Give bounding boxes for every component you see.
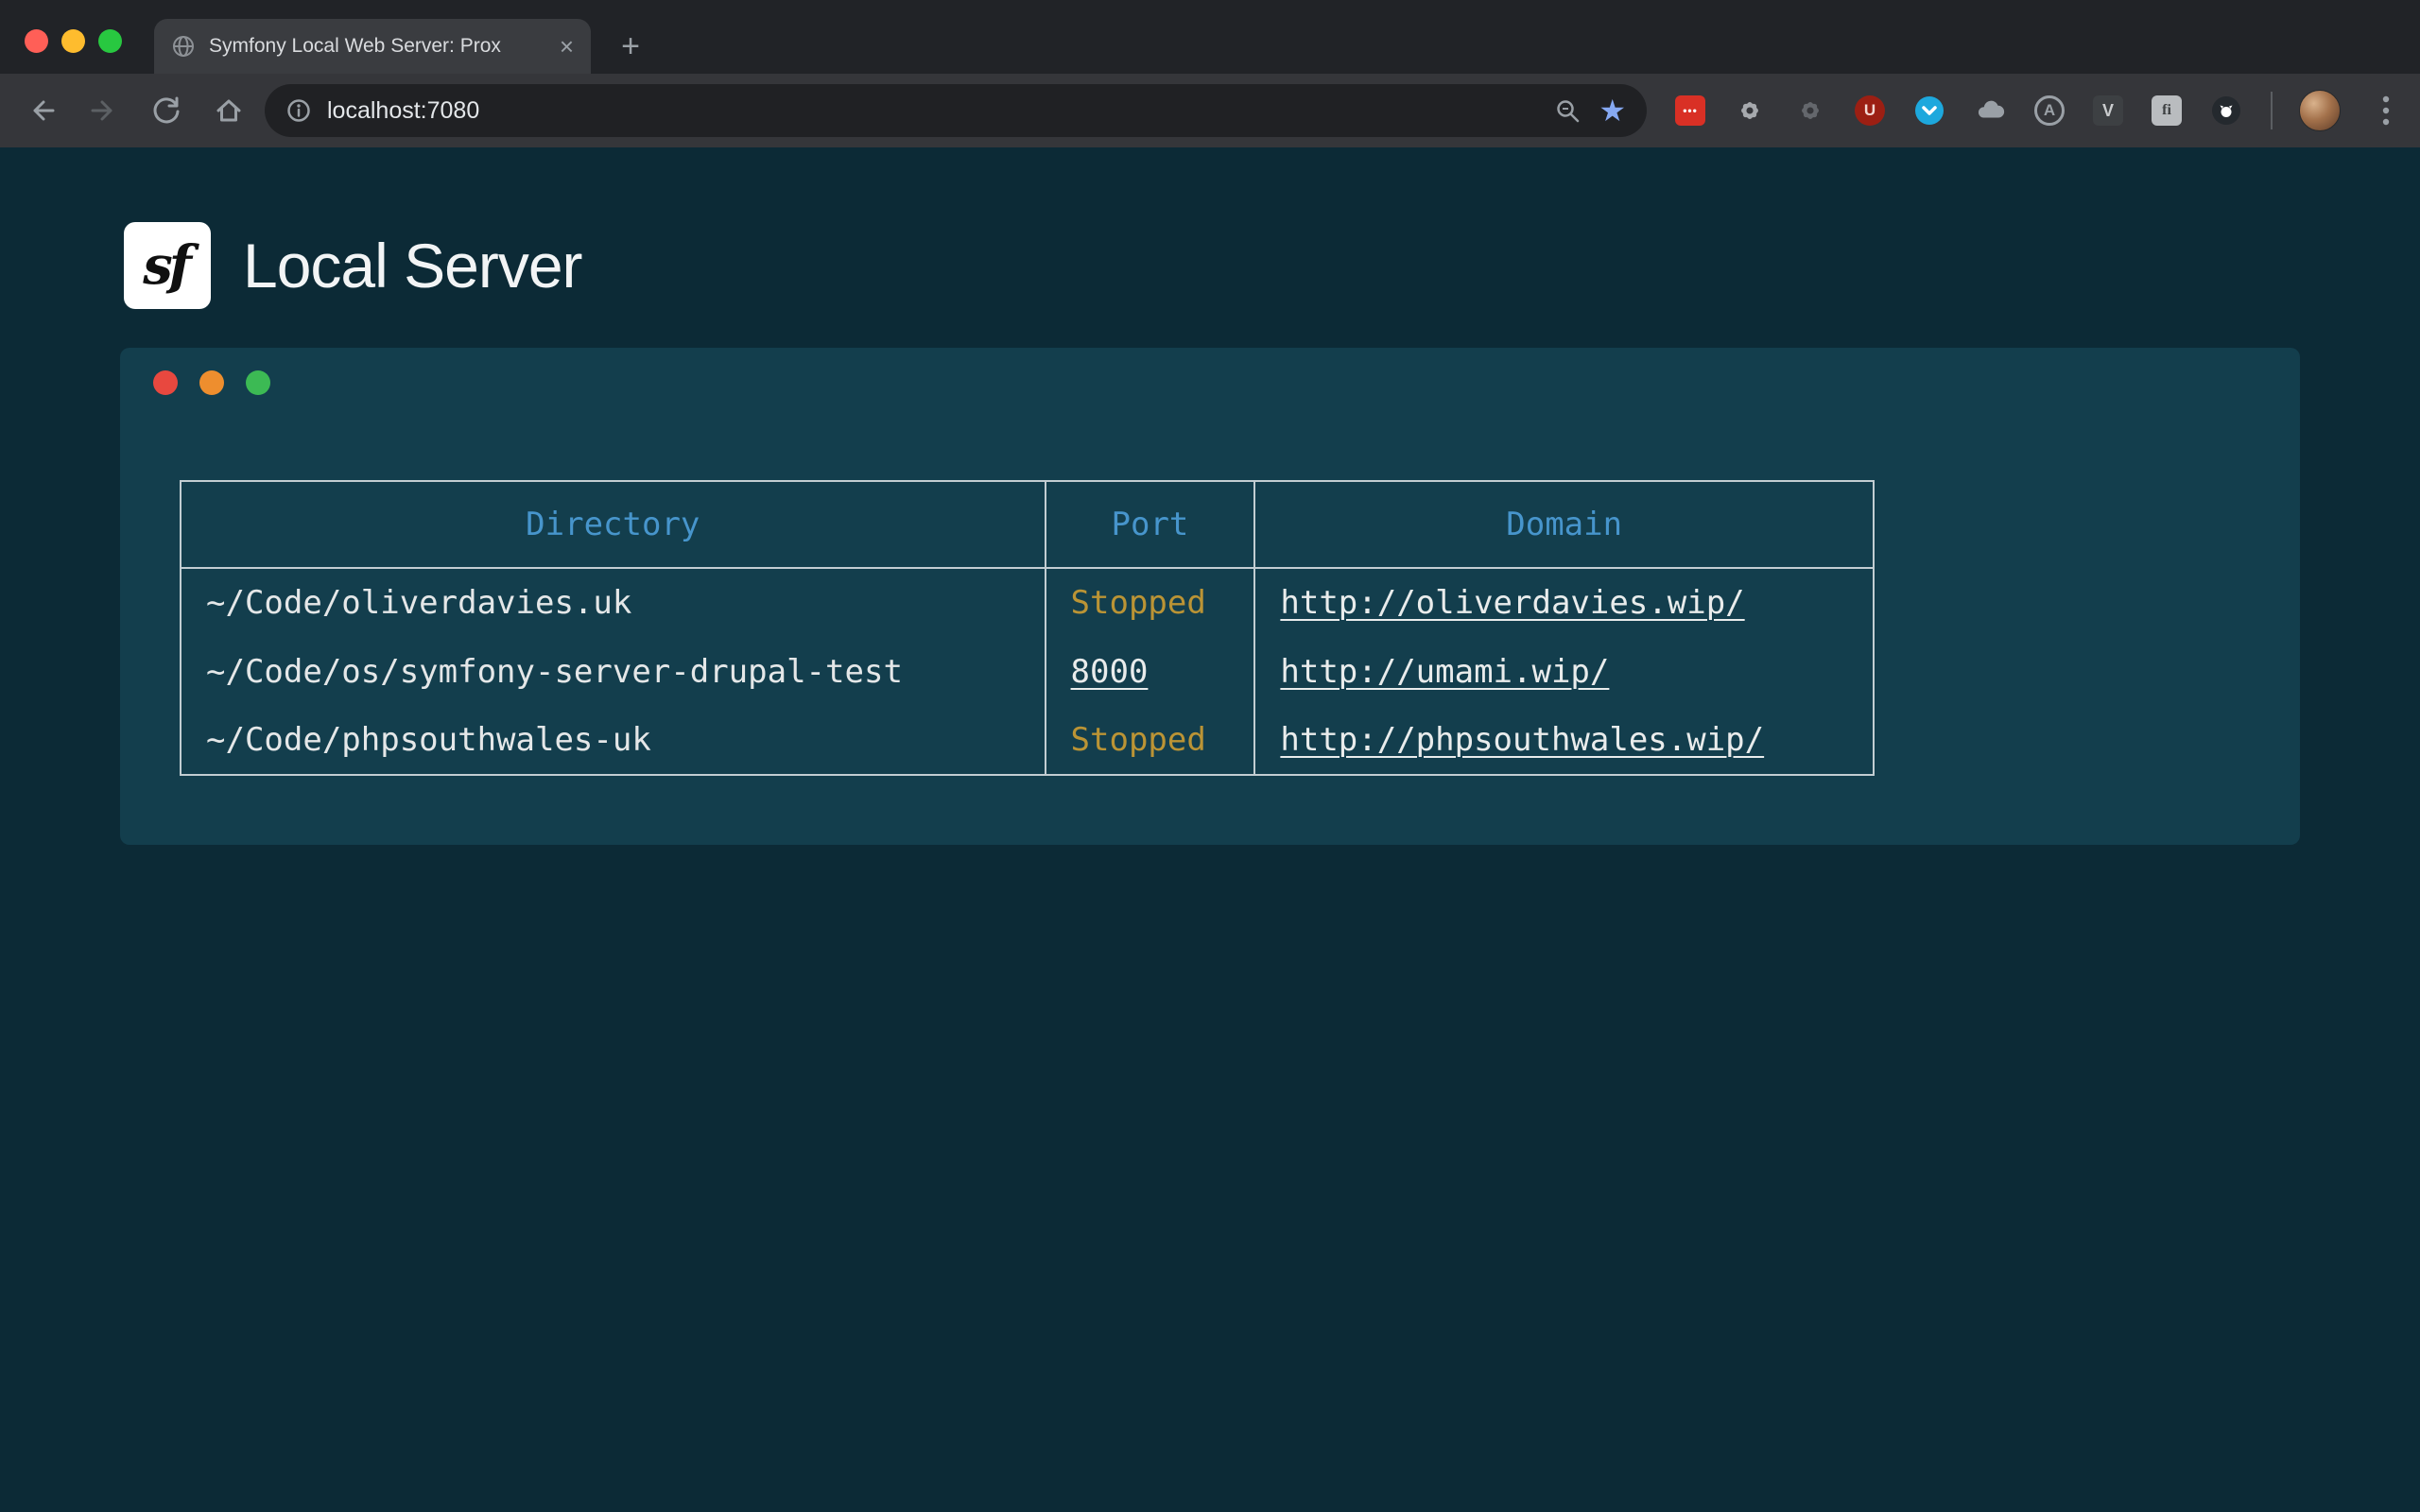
letter-v-icon[interactable]: V xyxy=(2093,95,2123,126)
table-row: ~/Code/oliverdavies.uk Stopped http://ol… xyxy=(181,568,1874,637)
port-link[interactable]: 8000 xyxy=(1071,653,1149,691)
server-panel: Directory Port Domain ~/Code/oliverdavie… xyxy=(120,348,2300,845)
window-close-icon[interactable] xyxy=(25,29,48,53)
browser-tab[interactable]: Symfony Local Web Server: Prox × xyxy=(154,19,591,74)
letter-a-icon[interactable]: A xyxy=(2034,95,2065,126)
tab-favicon-globe-icon xyxy=(171,34,196,59)
kebab-menu-icon xyxy=(2382,94,2390,127)
url-text[interactable]: localhost:7080 xyxy=(327,97,479,125)
gear-icon[interactable] xyxy=(1734,94,1766,127)
reload-button[interactable] xyxy=(140,84,193,137)
domain-link[interactable]: http://umami.wip/ xyxy=(1280,653,1609,691)
forward-icon xyxy=(87,94,121,128)
symfony-logo: sf xyxy=(124,222,211,309)
panel-green-dot-icon xyxy=(246,370,270,395)
toolbar-divider xyxy=(2271,92,2273,129)
zoom-icon[interactable] xyxy=(1553,96,1582,125)
letters-fi-icon[interactable]: fi xyxy=(2152,95,2182,126)
info-icon[interactable] xyxy=(285,97,312,124)
home-button[interactable] xyxy=(202,84,255,137)
page-title: Local Server xyxy=(243,230,582,301)
panel-window-dots xyxy=(153,370,270,395)
column-header-directory: Directory xyxy=(181,481,1046,568)
table-header-row: Directory Port Domain xyxy=(181,481,1874,568)
domain-link[interactable]: http://oliverdavies.wip/ xyxy=(1280,584,1744,622)
github-icon[interactable] xyxy=(2210,94,2242,127)
tab-close-icon[interactable]: × xyxy=(560,34,574,59)
symfony-proxy-page: sf Local Server Directory Port Domain ~/… xyxy=(0,147,2420,1512)
pocket-icon[interactable] xyxy=(1913,94,1945,127)
browser-toolbar: localhost:7080 ★ ••• U xyxy=(0,74,2420,147)
lastpass-icon[interactable]: ••• xyxy=(1675,95,1705,126)
browser-menu-button[interactable] xyxy=(2367,84,2405,137)
new-tab-button[interactable]: + xyxy=(612,27,649,65)
window-maximize-icon[interactable] xyxy=(98,29,122,53)
brand-header: sf Local Server xyxy=(0,147,2420,309)
directory-cell: ~/Code/oliverdavies.uk xyxy=(181,568,1046,637)
back-icon xyxy=(25,94,59,128)
port-status: Stopped xyxy=(1071,721,1206,759)
back-button[interactable] xyxy=(15,84,68,137)
cloud-icon[interactable] xyxy=(1974,94,2006,127)
column-header-port: Port xyxy=(1046,481,1255,568)
directory-cell: ~/Code/os/symfony-server-drupal-test xyxy=(181,637,1046,706)
symfony-logo-text: sf xyxy=(143,234,192,297)
forward-button[interactable] xyxy=(78,84,130,137)
extensions-bar: ••• U A V xyxy=(1675,94,2242,127)
directory-cell: ~/Code/phpsouthwales-uk xyxy=(181,706,1046,775)
profile-avatar[interactable] xyxy=(2299,90,2341,131)
tab-title: Symfony Local Web Server: Prox xyxy=(209,35,546,58)
table-row: ~/Code/os/symfony-server-drupal-test 800… xyxy=(181,637,1874,706)
port-status: Stopped xyxy=(1071,584,1206,622)
window-minimize-icon[interactable] xyxy=(61,29,85,53)
home-icon xyxy=(212,94,246,128)
column-header-domain: Domain xyxy=(1254,481,1874,568)
reload-icon xyxy=(149,94,183,128)
domain-link[interactable]: http://phpsouthwales.wip/ xyxy=(1280,721,1764,759)
window-controls xyxy=(25,29,122,53)
dark-gear-icon[interactable] xyxy=(1794,94,1826,127)
ublock-icon[interactable]: U xyxy=(1855,95,1885,126)
panel-red-dot-icon xyxy=(153,370,178,395)
tab-strip: Symfony Local Web Server: Prox × + xyxy=(0,0,2420,74)
servers-table: Directory Port Domain ~/Code/oliverdavie… xyxy=(180,480,1875,776)
bookmark-star-icon[interactable]: ★ xyxy=(1599,95,1626,126)
address-bar[interactable]: localhost:7080 ★ xyxy=(265,84,1647,137)
table-row: ~/Code/phpsouthwales-uk Stopped http://p… xyxy=(181,706,1874,775)
panel-orange-dot-icon xyxy=(199,370,224,395)
